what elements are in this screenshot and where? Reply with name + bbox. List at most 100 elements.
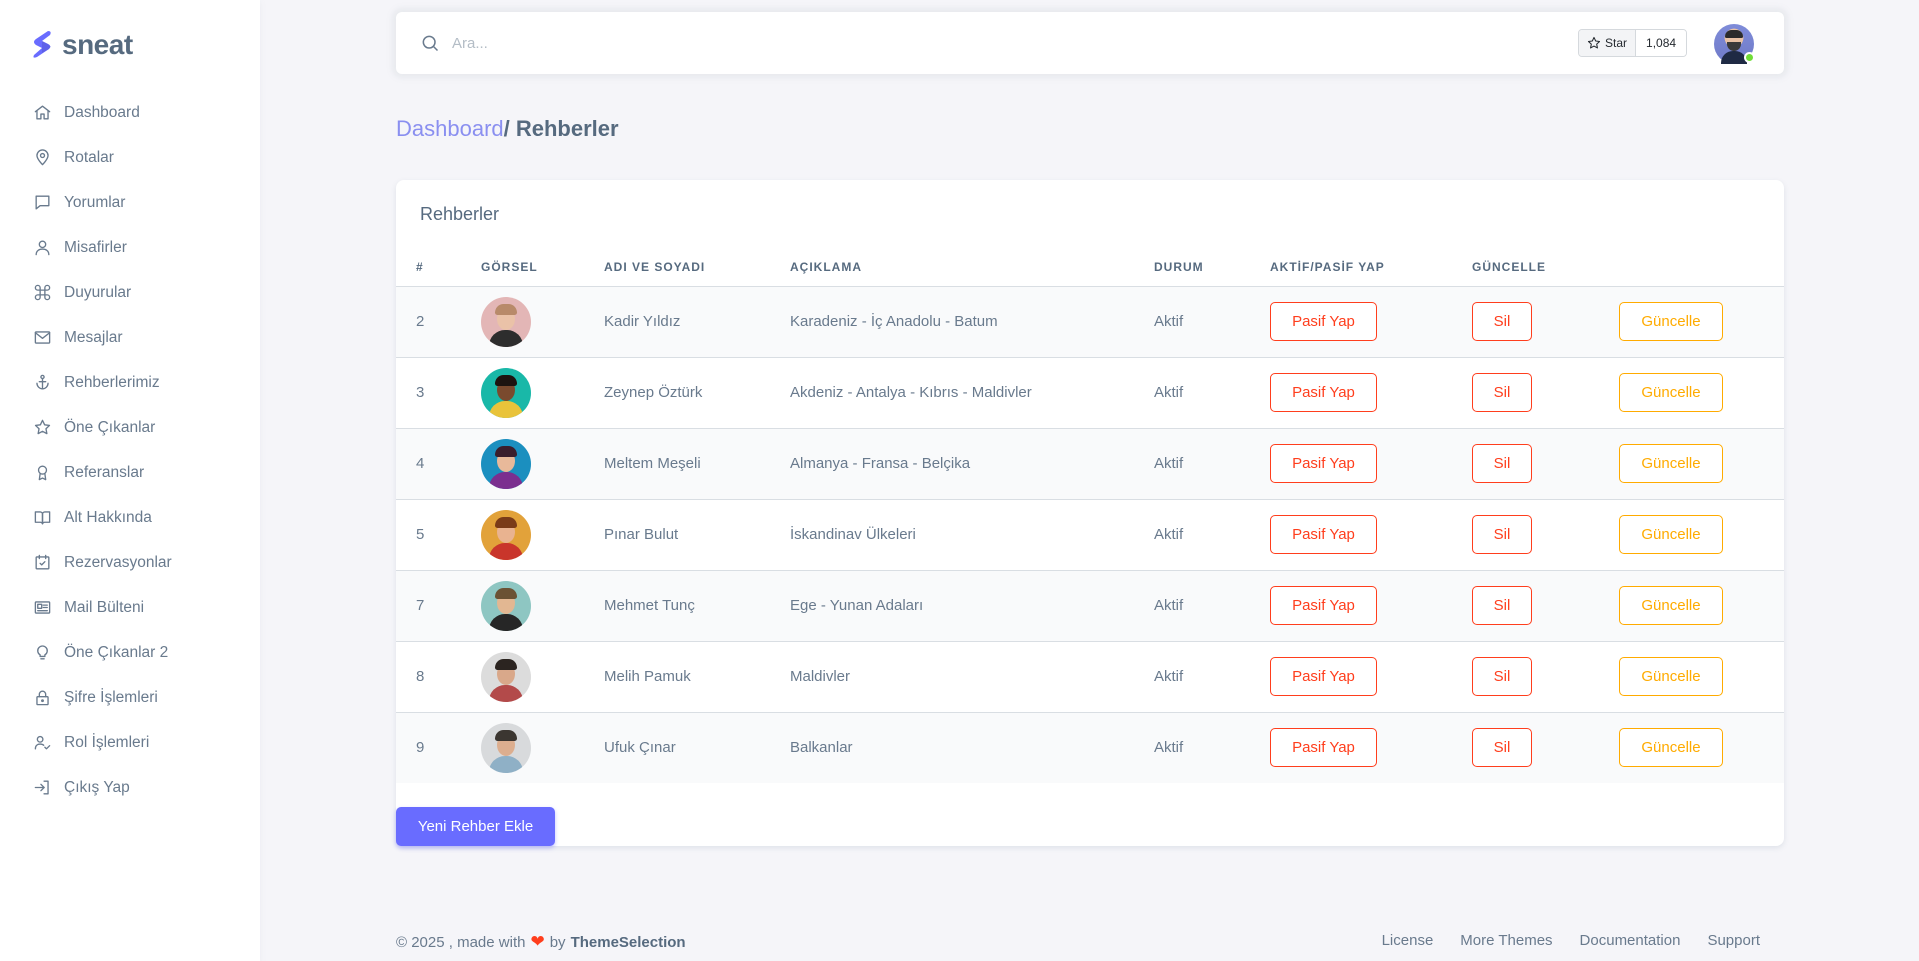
log-in-icon [32, 778, 52, 798]
delete-button[interactable]: Sil [1472, 657, 1532, 696]
row-name: Meltem Meşeli [604, 455, 701, 472]
footer-link-support[interactable]: Support [1707, 932, 1760, 952]
row-id: 7 [416, 597, 425, 614]
footer-brand-link[interactable]: ThemeSelection [571, 934, 686, 951]
column-header-id: # [396, 248, 481, 287]
deactivate-button[interactable]: Pasif Yap [1270, 586, 1377, 625]
delete-button[interactable]: Sil [1472, 728, 1532, 768]
row-description: İskandinav Ülkeleri [790, 526, 916, 543]
sidebar: sneat Dashboard Rotalar Yorumlar Misafirler… [0, 0, 260, 961]
delete-button[interactable]: Sil [1472, 586, 1532, 625]
deactivate-button[interactable]: Pasif Yap [1270, 657, 1377, 696]
news-icon [32, 598, 52, 618]
search-icon[interactable] [420, 33, 440, 53]
user-avatar[interactable] [1714, 24, 1755, 64]
footer-link-documentation[interactable]: Documentation [1580, 932, 1681, 952]
table-row: 4 Meltem Meşeli Almanya - Fransa - Belçika… [396, 428, 1784, 499]
sidebar-item-şifre-i-şlemleri[interactable]: Şifre İşlemleri [0, 675, 260, 720]
sidebar-item-rezervasyonlar[interactable]: Rezervasyonlar [0, 540, 260, 585]
guide-avatar [481, 296, 531, 347]
sidebar-item-yorumlar[interactable]: Yorumlar [0, 180, 260, 225]
guide-avatar [481, 438, 531, 489]
sidebar-item-öne-çıkanlar-2[interactable]: Öne Çıkanlar 2 [0, 630, 260, 675]
github-star-widget[interactable]: Star 1,084 [1578, 29, 1688, 57]
delete-button[interactable]: Sil [1472, 373, 1532, 412]
sidebar-item-çıkış-yap[interactable]: Çıkış Yap [0, 765, 260, 810]
heart-icon: ❤ [530, 932, 545, 951]
footer-copyright: © 2025 , made with [396, 933, 526, 951]
search-input[interactable] [452, 34, 1452, 52]
sidebar-item-dashboard[interactable]: Dashboard [0, 90, 260, 135]
sidebar-item-label: Alt Hakkında [64, 508, 152, 526]
sidebar-item-mesajlar[interactable]: Mesajlar [0, 315, 260, 360]
deactivate-button[interactable]: Pasif Yap [1270, 373, 1377, 412]
table-row: 5 Pınar Bulut İskandinav Ülkeleri Aktif Pasi… [396, 499, 1784, 570]
table-header-row: # GÖRSEL ADI VE SOYADI AÇIKLAMA DURUM AK… [396, 248, 1784, 287]
bulb-icon [32, 643, 52, 663]
sidebar-item-rotalar[interactable]: Rotalar [0, 135, 260, 180]
column-header-name: ADI VE SOYADI [604, 248, 790, 287]
footer: © 2025 , made with ❤ by ThemeSelection L… [396, 932, 1760, 952]
row-id: 3 [416, 384, 425, 401]
row-name: Ufuk Çınar [604, 739, 676, 757]
deactivate-button[interactable]: Pasif Yap [1270, 444, 1377, 483]
sidebar-item-duyurular[interactable]: Duyurular [0, 270, 260, 315]
row-delete-cell: Sil [1472, 570, 1619, 641]
update-button[interactable]: Güncelle [1619, 586, 1723, 625]
row-update-cell: Güncelle [1619, 357, 1784, 428]
delete-button[interactable]: Sil [1472, 302, 1532, 341]
deactivate-button[interactable]: Pasif Yap [1270, 728, 1377, 768]
sidebar-item-rehberlerimiz[interactable]: Rehberlerimiz [0, 360, 260, 405]
row-update-cell: Güncelle [1619, 428, 1784, 499]
row-id: 4 [416, 455, 425, 472]
sidebar-item-alt-hakkında[interactable]: Alt Hakkında [0, 495, 260, 540]
sidebar-item-label: Çıkış Yap [64, 778, 130, 796]
sidebar-item-mail-bülteni[interactable]: Mail Bülteni [0, 585, 260, 630]
row-status: Aktif [1154, 668, 1184, 685]
add-guide-button[interactable]: Yeni Rehber Ekle [396, 807, 555, 846]
column-header-update: GÜNCELLE [1472, 248, 1619, 287]
card-title: Rehberler [420, 204, 500, 224]
brand[interactable]: sneat [0, 0, 260, 90]
row-name: Mehmet Tunç [604, 597, 695, 614]
row-toggle-cell: Pasif Yap [1270, 428, 1472, 499]
row-toggle-cell: Pasif Yap [1270, 286, 1472, 357]
deactivate-button[interactable]: Pasif Yap [1270, 515, 1377, 554]
deactivate-button[interactable]: Pasif Yap [1270, 302, 1377, 341]
table-row: 3 Zeynep Öztürk Akdeniz - Antalya - Kıbrıs… [396, 357, 1784, 428]
row-description: Karadeniz - İç Anadolu - Batum [790, 313, 998, 330]
book-open-icon [32, 508, 52, 528]
row-update-cell: Güncelle [1619, 712, 1784, 783]
github-star-button[interactable]: Star [1579, 30, 1637, 56]
footer-link-license[interactable]: License [1382, 932, 1434, 952]
update-button[interactable]: Güncelle [1619, 373, 1723, 412]
delete-button[interactable]: Sil [1472, 444, 1532, 483]
sidebar-item-rol-i-şlemleri[interactable]: Rol İşlemleri [0, 720, 260, 765]
footer-link-more-themes[interactable]: More Themes [1460, 932, 1552, 952]
sidebar-item-label: Rol İşlemleri [64, 733, 150, 751]
guide-avatar [481, 509, 531, 560]
footer-links: License More Themes Documentation Suppor… [1382, 932, 1760, 952]
update-button[interactable]: Güncelle [1619, 515, 1723, 554]
row-image-cell [481, 286, 604, 357]
update-button[interactable]: Güncelle [1619, 657, 1723, 696]
row-status: Aktif [1154, 739, 1184, 757]
row-description: Akdeniz - Antalya - Kıbrıs - Maldivler [790, 384, 1032, 401]
update-button[interactable]: Güncelle [1619, 302, 1723, 341]
sidebar-item-label: Şifre İşlemleri [64, 688, 158, 706]
sidebar-item-misafirler[interactable]: Misafirler [0, 225, 260, 270]
breadcrumb-link-dashboard[interactable]: Dashboard [396, 116, 504, 141]
row-image-cell [481, 499, 604, 570]
sidebar-item-öne-çıkanlar[interactable]: Öne Çıkanlar [0, 405, 260, 450]
sidebar-item-label: Öne Çıkanlar 2 [64, 643, 169, 661]
table-row: 2 Kadir Yıldız Karadeniz - İç Anadolu - Ba… [396, 286, 1784, 357]
delete-button[interactable]: Sil [1472, 515, 1532, 554]
row-name: Melih Pamuk [604, 668, 691, 685]
update-button[interactable]: Güncelle [1619, 728, 1723, 768]
row-toggle-cell: Pasif Yap [1270, 357, 1472, 428]
update-button[interactable]: Güncelle [1619, 444, 1723, 483]
row-description: Almanya - Fransa - Belçika [790, 455, 971, 472]
sidebar-item-referanslar[interactable]: Referanslar [0, 450, 260, 495]
github-star-count[interactable]: 1,084 [1636, 30, 1687, 56]
row-name: Pınar Bulut [604, 526, 679, 543]
